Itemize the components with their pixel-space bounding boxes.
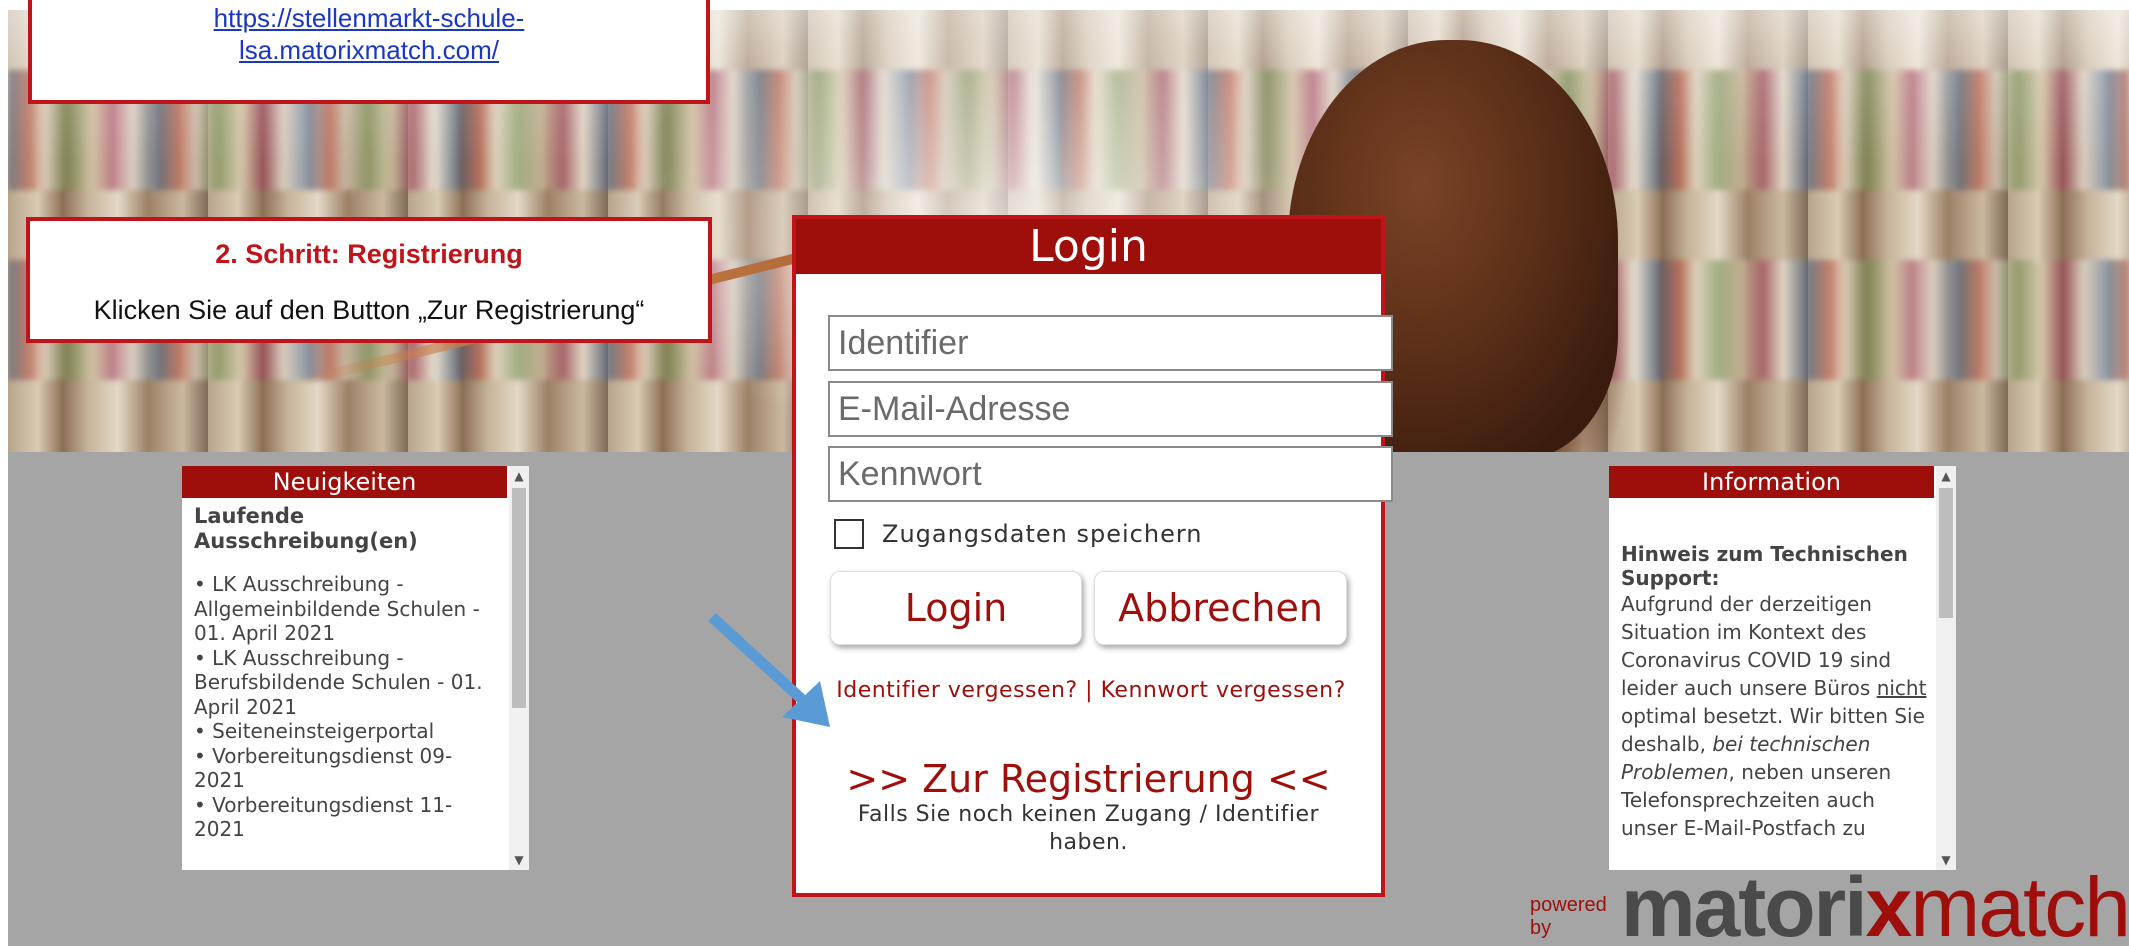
remember-credentials: Zugangsdaten speichern [834, 519, 1203, 549]
news-item[interactable]: • Vorbereitungsdienst 09-2021 [194, 744, 502, 793]
login-title: Login [796, 219, 1381, 274]
logo-text: matori [1620, 860, 1868, 946]
news-item[interactable]: • LK Ausschreibung - Berufsbildende Schu… [194, 646, 502, 720]
scroll-up-icon[interactable]: ▲ [1936, 466, 1956, 486]
forgot-links: Identifier vergessen? | Kennwort vergess… [836, 677, 1346, 705]
news-title: Laufende Ausschreibung(en) [194, 504, 418, 553]
powered-by-label: powered by [1530, 894, 1607, 939]
information-text: Aufgrund der derzeitigen Situation im Ko… [1621, 590, 1929, 842]
information-title: Hinweis zum Technischen Support: [1621, 542, 1908, 590]
callout-url: https://stellenmarkt-schule- lsa.matorix… [28, 0, 710, 104]
login-panel: Login Identifier E-Mail-Adresse Kennwort… [792, 215, 1393, 897]
forgot-password-link[interactable]: Kennwort vergessen? [1101, 678, 1346, 703]
matorixmatch-logo: matorixmatch [1621, 865, 2129, 946]
url-line-1: https://stellenmarkt-schule- [213, 3, 525, 33]
information-box: Information Hinweis zum Technischen Supp… [1609, 466, 1956, 870]
news-header: Neuigkeiten [182, 466, 507, 498]
scrollbar-thumb[interactable] [512, 488, 526, 708]
information-header: Information [1609, 466, 1934, 498]
brand-footer: powered by matorixmatch [1530, 865, 2129, 946]
register-hint: Falls Sie noch keinen Zugang / Identifie… [857, 802, 1320, 855]
information-scrollbar[interactable]: ▲ ▼ [1936, 466, 1956, 870]
scroll-down-icon[interactable]: ▼ [509, 850, 529, 870]
information-text-part: Aufgrund der derzeitigen Situation im Ko… [1621, 592, 1892, 700]
information-text-underlined: nicht [1876, 676, 1927, 700]
url-line-2: lsa.matorixmatch.com/ [238, 35, 500, 65]
news-scrollbar[interactable]: ▲ ▼ [509, 466, 529, 870]
register-link[interactable]: >> Zur Registrierung << [796, 757, 1381, 801]
scrollbar-thumb[interactable] [1939, 488, 1953, 618]
password-input[interactable]: Kennwort [828, 446, 1393, 502]
news-content: Laufende Ausschreibung(en) • LK Ausschre… [194, 504, 502, 866]
link-separator: | [1085, 678, 1094, 703]
step-text: Klicken Sie auf den Button „Zur Registri… [93, 295, 645, 325]
logo-text: match [1910, 860, 2129, 946]
news-item[interactable]: • Vorbereitungsdienst 11-2021 [194, 793, 502, 842]
information-content: Hinweis zum Technischen Support: Aufgrun… [1621, 504, 1929, 866]
logo-x: x [1865, 860, 1913, 946]
cancel-button[interactable]: Abbrechen [1094, 571, 1347, 645]
url-link[interactable]: https://stellenmarkt-schule- lsa.matorix… [32, 2, 706, 66]
news-list: • LK Ausschreibung - Allgemeinbildende S… [194, 572, 502, 842]
remember-checkbox[interactable] [834, 519, 864, 549]
callout-step-registration: 2. Schritt: Registrierung Klicken Sie au… [26, 217, 712, 343]
forgot-identifier-link[interactable]: Identifier vergessen? [836, 678, 1077, 703]
news-item[interactable]: • LK Ausschreibung - Allgemeinbildende S… [194, 572, 502, 646]
news-item[interactable]: • Seiteneinsteigerportal [194, 719, 502, 744]
identifier-input[interactable]: Identifier [828, 315, 1393, 371]
arrow-down-right-icon [708, 612, 830, 727]
news-box: Neuigkeiten Laufende Ausschreibung(en) •… [182, 466, 529, 870]
scroll-up-icon[interactable]: ▲ [509, 466, 529, 486]
remember-label: Zugangsdaten speichern [882, 520, 1203, 548]
email-input[interactable]: E-Mail-Adresse [828, 381, 1393, 437]
step-title: 2. Schritt: Registrierung [215, 239, 523, 269]
login-button[interactable]: Login [830, 571, 1082, 645]
